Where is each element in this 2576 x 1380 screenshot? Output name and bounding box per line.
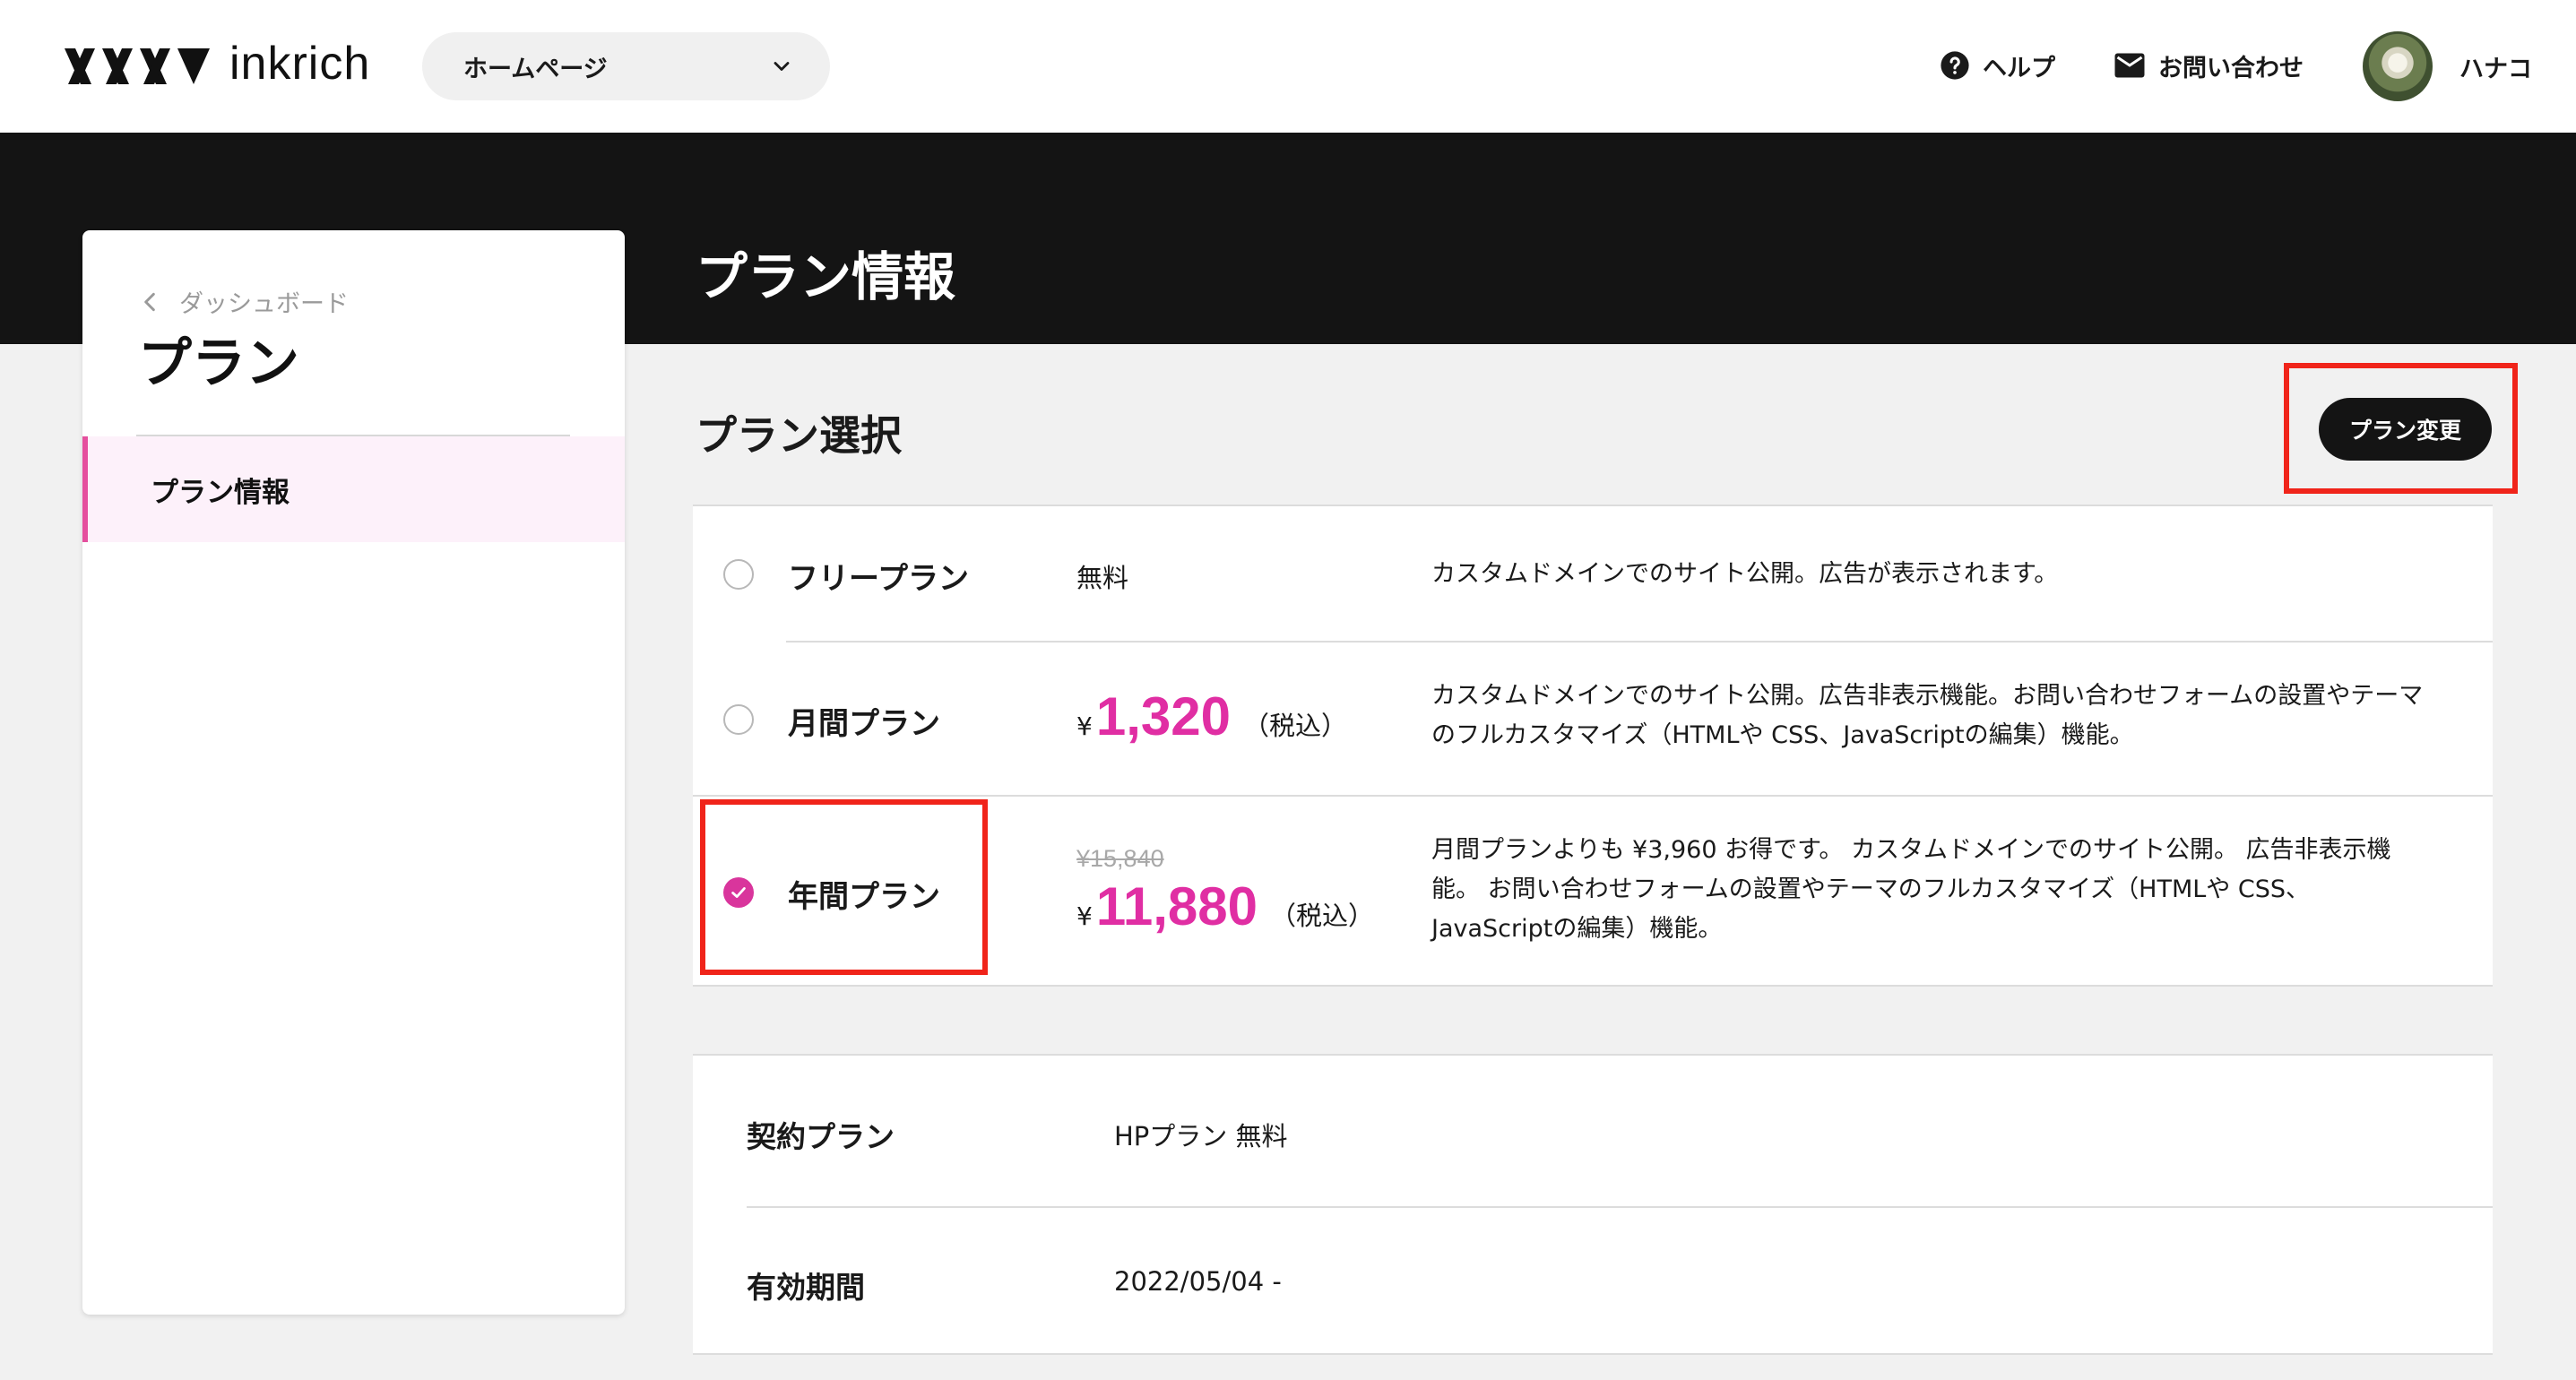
currency-symbol: ¥ xyxy=(1076,901,1093,931)
plan-price: ¥ 1,320 （税込） xyxy=(1076,686,1347,747)
divider xyxy=(747,1206,2493,1208)
radio-free[interactable] xyxy=(723,559,754,590)
logo-mark-icon xyxy=(65,48,210,84)
description-line: カスタムドメインでのサイト公開。広告非表示機能。お問い合わせフォームの設置やテー… xyxy=(1431,682,2424,710)
back-label: ダッシュボード xyxy=(179,290,349,318)
chevron-down-icon xyxy=(774,62,790,71)
plan-row-monthly[interactable]: 月間プラン ¥ 1,320 （税込） カスタムドメインでのサイト公開。広告非表示… xyxy=(693,643,2493,797)
price-amount: 11,880 xyxy=(1095,876,1258,936)
original-price: ¥15,840 xyxy=(1076,845,1164,872)
chevron-left-icon xyxy=(142,290,158,314)
description-line: のフルカスタマイズ（HTMLや CSS、JavaScriptの編集）機能。 xyxy=(1431,721,2134,749)
sidebar-title: プラン xyxy=(138,332,299,395)
sidebar-item-label: プラン情報 xyxy=(151,476,290,509)
user-menu[interactable]: ハナコ xyxy=(2363,30,2532,102)
section-title: プラン選択 xyxy=(696,411,902,460)
site-select[interactable]: ホームページ xyxy=(422,32,830,100)
plan-name: フリープラン xyxy=(788,561,969,597)
description-line: 月間プランよりも ¥3,960 お得です。 カスタムドメインでのサイト公開。 広… xyxy=(1431,836,2391,864)
tax-note: （税込） xyxy=(1242,711,1347,741)
description-line: 能。 お問い合わせフォームの設置やテーマのフルカスタマイズ（HTMLや CSS、 xyxy=(1431,875,2310,903)
site-select-value: ホームページ xyxy=(463,55,608,83)
user-name: ハナコ xyxy=(2459,55,2532,83)
sidebar: ダッシュボード プラン プラン情報 xyxy=(82,230,625,1315)
highlight-box xyxy=(2284,363,2518,494)
contract-plan-value: HPプラン 無料 xyxy=(1114,1121,1288,1151)
contact-link[interactable]: お問い合わせ xyxy=(2114,43,2304,88)
mail-icon xyxy=(2114,52,2146,79)
help-label: ヘルプ xyxy=(1983,54,2055,82)
tax-note: （税込） xyxy=(1270,901,1375,931)
contact-label: お問い合わせ xyxy=(2158,54,2304,82)
plan-description: 月間プランよりも ¥3,960 お得です。 カスタムドメインでのサイト公開。 広… xyxy=(1431,831,2435,949)
logo[interactable]: inkrich xyxy=(65,38,370,91)
validity-period-label: 有効期間 xyxy=(747,1270,865,1305)
description-line: JavaScriptの編集）機能。 xyxy=(1431,915,1723,943)
price-amount: 1,320 xyxy=(1095,686,1231,746)
plan-row-free[interactable]: フリープラン 無料 カスタムドメインでのサイト公開。広告が表示されます。 xyxy=(693,506,2493,643)
validity-period-value: 2022/05/04 - xyxy=(1114,1266,1282,1297)
currency-symbol: ¥ xyxy=(1076,712,1093,741)
back-to-dashboard-link[interactable]: ダッシュボード xyxy=(142,284,349,319)
logo-text: inkrich xyxy=(229,38,371,90)
help-icon xyxy=(1940,50,1970,81)
top-header: inkrich ホームページ ヘルプ お問い合わせ ハナコ xyxy=(0,0,2576,133)
help-link[interactable]: ヘルプ xyxy=(1940,43,2055,88)
plan-description: カスタムドメインでのサイト公開。広告が表示されます。 xyxy=(1431,560,2059,588)
contract-plan-label: 契約プラン xyxy=(747,1119,895,1154)
radio-monthly[interactable] xyxy=(723,704,754,735)
plan-name: 月間プラン xyxy=(788,706,940,742)
sidebar-item-plan-info[interactable]: プラン情報 xyxy=(82,436,625,542)
page-title: プラン情報 xyxy=(696,246,956,307)
avatar xyxy=(2363,31,2433,101)
highlight-box xyxy=(700,799,988,975)
plan-price: ¥ 11,880 （税込） xyxy=(1076,875,1374,937)
plan-price: 無料 xyxy=(1076,563,1129,593)
contract-info: 契約プラン HPプラン 無料 有効期間 2022/05/04 - xyxy=(693,1054,2493,1355)
plan-description: カスタムドメインでのサイト公開。広告非表示機能。お問い合わせフォームの設置やテー… xyxy=(1431,677,2435,755)
